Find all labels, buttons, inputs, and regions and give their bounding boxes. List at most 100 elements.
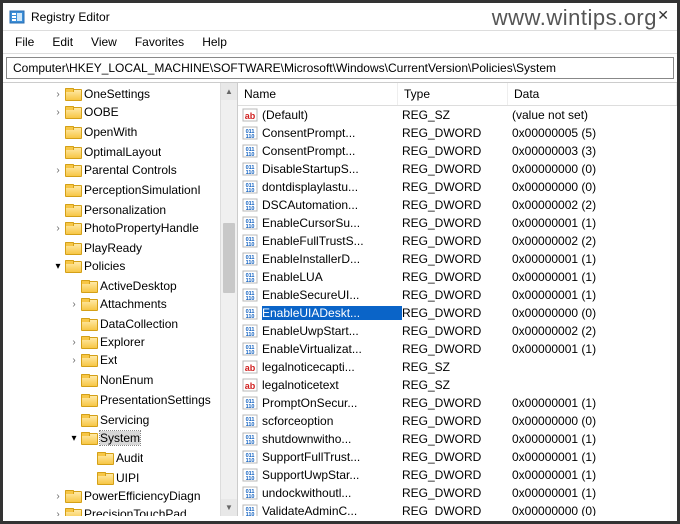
tree-item[interactable]: Servicing <box>3 411 237 429</box>
tree-item[interactable]: ›OOBE <box>3 103 237 121</box>
app-icon <box>9 9 25 25</box>
list-row[interactable]: 011110EnableCursorSu...REG_DWORD0x000000… <box>238 214 677 232</box>
svg-text:110: 110 <box>246 224 255 230</box>
chevron-down-icon[interactable]: ▾ <box>67 433 81 444</box>
tree-item[interactable]: ›PrecisionTouchPad <box>3 505 237 516</box>
scroll-down-icon[interactable]: ▼ <box>221 499 237 516</box>
tree-item[interactable]: ▾System <box>3 429 237 447</box>
folder-icon <box>81 374 97 387</box>
tree-item[interactable]: PresentationSettings <box>3 391 237 409</box>
list-row[interactable]: 011110EnableLUAREG_DWORD0x00000001 (1) <box>238 268 677 286</box>
list-row[interactable]: 011110DisableStartupS...REG_DWORD0x00000… <box>238 160 677 178</box>
chevron-right-icon[interactable]: › <box>51 89 65 100</box>
svg-text:110: 110 <box>246 476 255 482</box>
tree-item[interactable]: ▾Policies <box>3 257 237 275</box>
svg-text:110: 110 <box>246 404 255 410</box>
chevron-right-icon[interactable]: › <box>51 165 65 176</box>
tree-item[interactable]: NonEnum <box>3 371 237 389</box>
tree-item[interactable]: ActiveDesktop <box>3 277 237 295</box>
tree-item[interactable]: DataCollection <box>3 315 237 333</box>
tree-label: OpenWith <box>84 125 137 139</box>
tree-label: OneSettings <box>84 87 150 101</box>
scroll-thumb[interactable] <box>223 223 235 293</box>
value-name: SupportUwpStar... <box>262 468 402 482</box>
tree-item[interactable]: › OneSettings <box>3 85 237 103</box>
tree-item[interactable]: UIPI <box>3 469 237 487</box>
tree-label: UIPI <box>116 471 139 485</box>
value-data: 0x00000000 (0) <box>512 414 677 428</box>
chevron-down-icon[interactable]: ▾ <box>51 261 65 272</box>
list-row[interactable]: ab(Default)REG_SZ(value not set) <box>238 106 677 124</box>
list-row[interactable]: 011110EnableUIADeskt...REG_DWORD0x000000… <box>238 304 677 322</box>
chevron-right-icon[interactable]: › <box>51 509 65 517</box>
tree-item[interactable]: ›Parental Controls <box>3 161 237 179</box>
tree-item[interactable]: Audit <box>3 449 237 467</box>
list-row[interactable]: 011110SupportUwpStar...REG_DWORD0x000000… <box>238 466 677 484</box>
address-bar[interactable]: Computer\HKEY_LOCAL_MACHINE\SOFTWARE\Mic… <box>6 57 674 79</box>
column-name[interactable]: Name <box>238 83 398 105</box>
menu-help[interactable]: Help <box>194 33 235 51</box>
tree-item[interactable]: Personalization <box>3 201 237 219</box>
tree-label: OptimalLayout <box>84 145 161 159</box>
menu-favorites[interactable]: Favorites <box>127 33 192 51</box>
menu-view[interactable]: View <box>83 33 125 51</box>
menu-file[interactable]: File <box>7 33 42 51</box>
close-icon[interactable]: ✕ <box>657 7 669 24</box>
column-data[interactable]: Data <box>508 83 677 105</box>
chevron-right-icon[interactable]: › <box>67 337 81 348</box>
list-row[interactable]: 011110DSCAutomation...REG_DWORD0x0000000… <box>238 196 677 214</box>
value-data: 0x00000001 (1) <box>512 396 677 410</box>
list-row[interactable]: 011110EnableUwpStart...REG_DWORD0x000000… <box>238 322 677 340</box>
tree-item[interactable]: OpenWith <box>3 123 237 141</box>
folder-icon <box>65 490 81 503</box>
tree-item[interactable]: ›Attachments <box>3 295 237 313</box>
chevron-right-icon[interactable]: › <box>51 107 65 118</box>
value-data: 0x00000001 (1) <box>512 486 677 500</box>
tree-item[interactable]: ›PowerEfficiencyDiagn <box>3 487 237 505</box>
chevron-right-icon[interactable]: › <box>67 299 81 310</box>
list-row[interactable]: 011110EnableFullTrustS...REG_DWORD0x0000… <box>238 232 677 250</box>
tree-item[interactable]: ›Explorer <box>3 333 237 351</box>
tree-item[interactable]: PlayReady <box>3 239 237 257</box>
list-row[interactable]: 011110EnableSecureUI...REG_DWORD0x000000… <box>238 286 677 304</box>
folder-icon <box>81 298 97 311</box>
value-data: 0x00000002 (2) <box>512 198 677 212</box>
svg-text:ab: ab <box>245 111 256 121</box>
tree-item[interactable]: OptimalLayout <box>3 143 237 161</box>
list-row[interactable]: 011110ValidateAdminC...REG_DWORD0x000000… <box>238 502 677 516</box>
list-body[interactable]: ab(Default)REG_SZ(value not set)011110Co… <box>238 106 677 516</box>
list-row[interactable]: 011110PromptOnSecur...REG_DWORD0x0000000… <box>238 394 677 412</box>
dword-value-icon: 011110 <box>242 197 258 213</box>
svg-text:110: 110 <box>246 134 255 140</box>
chevron-right-icon[interactable]: › <box>51 223 65 234</box>
tree-item[interactable]: ›Ext <box>3 351 237 369</box>
list-row[interactable]: 011110ConsentPrompt...REG_DWORD0x0000000… <box>238 124 677 142</box>
list-row[interactable]: 011110dontdisplaylastu...REG_DWORD0x0000… <box>238 178 677 196</box>
list-row[interactable]: ablegalnoticetextREG_SZ <box>238 376 677 394</box>
scroll-up-icon[interactable]: ▲ <box>221 83 237 100</box>
list-row[interactable]: 011110EnableInstallerD...REG_DWORD0x0000… <box>238 250 677 268</box>
tree-item[interactable]: PerceptionSimulationI <box>3 181 237 199</box>
tree-pane[interactable]: ›OneSettings›OOBEOpenWithOptimalLayout›P… <box>3 83 238 516</box>
column-type[interactable]: Type <box>398 83 508 105</box>
folder-icon <box>65 242 81 255</box>
list-row[interactable]: 011110undockwithoutl...REG_DWORD0x000000… <box>238 484 677 502</box>
list-row[interactable]: ablegalnoticecapti...REG_SZ <box>238 358 677 376</box>
chevron-right-icon[interactable]: › <box>67 355 81 366</box>
tree-item[interactable]: ›PhotoPropertyHandle <box>3 219 237 237</box>
tree-scrollbar[interactable]: ▲ ▼ <box>220 83 237 516</box>
svg-text:110: 110 <box>246 422 255 428</box>
svg-text:110: 110 <box>246 152 255 158</box>
menu-edit[interactable]: Edit <box>44 33 81 51</box>
list-row[interactable]: 011110EnableVirtualizat...REG_DWORD0x000… <box>238 340 677 358</box>
folder-icon <box>81 432 97 445</box>
dword-value-icon: 011110 <box>242 143 258 159</box>
list-row[interactable]: 011110scforceoptionREG_DWORD0x00000000 (… <box>238 412 677 430</box>
list-row[interactable]: 011110SupportFullTrust...REG_DWORD0x0000… <box>238 448 677 466</box>
tree-label: Servicing <box>100 413 149 427</box>
value-type: REG_DWORD <box>402 396 512 410</box>
list-row[interactable]: 011110ConsentPrompt...REG_DWORD0x0000000… <box>238 142 677 160</box>
list-row[interactable]: 011110shutdownwitho...REG_DWORD0x0000000… <box>238 430 677 448</box>
chevron-right-icon[interactable]: › <box>51 491 65 502</box>
svg-text:110: 110 <box>246 206 255 212</box>
